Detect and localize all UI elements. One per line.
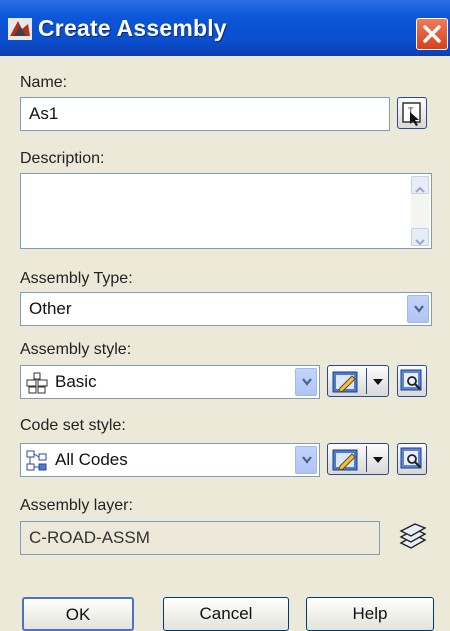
name-input[interactable]: As1 [20,97,390,131]
scroll-down-button[interactable] [411,228,429,246]
chevron-up-icon [415,186,425,193]
preview-icon [400,447,422,469]
caret-down-icon [373,457,383,463]
code-set-style-dropdown-button[interactable] [295,446,317,474]
assembly-type-select[interactable]: Other [20,292,432,326]
edit-style-icon [332,449,358,471]
description-label: Description: [20,150,105,167]
assembly-style-icon [26,372,48,394]
help-button[interactable]: Help [306,597,434,631]
code-set-style-edit-split-button[interactable] [327,443,389,475]
cancel-button[interactable]: Cancel [163,597,289,631]
assembly-style-preview-button[interactable] [397,365,427,397]
chevron-down-icon [302,456,312,464]
close-icon [423,25,441,43]
pick-name-button[interactable]: T [397,97,427,129]
pick-from-drawing-icon: T [402,102,421,126]
assembly-style-select[interactable]: Basic [20,365,320,399]
code-set-style-label: Code set style: [20,417,126,434]
assembly-style-label: Assembly style: [20,341,132,358]
scroll-up-button[interactable] [411,176,429,194]
assembly-layer-field: C-ROAD-ASSM [20,521,380,555]
assembly-style-dropdown-button[interactable] [295,368,317,396]
assembly-layer-button[interactable] [397,521,427,553]
assembly-style-edit-split-button[interactable] [327,365,389,397]
layers-icon [399,523,427,549]
name-label: Name: [20,74,68,91]
description-scrollbar[interactable] [411,176,429,246]
split-divider [366,368,367,394]
edit-style-icon [332,371,358,393]
code-set-style-value: All Codes [55,450,128,469]
split-divider [366,446,367,472]
caret-down-icon [373,379,383,385]
window-title: Create Assembly [38,15,227,41]
title-bar[interactable]: Create Assembly [0,0,450,56]
assembly-type-value: Other [29,299,72,318]
close-button[interactable] [416,18,448,50]
assembly-type-label: Assembly Type: [20,270,133,287]
chevron-down-icon [415,239,425,246]
code-set-style-preview-button[interactable] [397,443,427,475]
ok-button[interactable]: OK [22,597,134,631]
code-set-style-select[interactable]: All Codes [20,443,320,477]
assembly-layer-label: Assembly layer: [20,497,133,514]
chevron-down-icon [302,378,312,386]
preview-icon [400,369,422,391]
code-set-icon [26,450,47,471]
assembly-type-dropdown-button[interactable] [407,295,429,323]
chevron-down-icon [414,305,424,313]
assembly-style-value: Basic [55,372,97,391]
autocad-icon [8,18,32,40]
description-textarea[interactable] [20,173,432,249]
